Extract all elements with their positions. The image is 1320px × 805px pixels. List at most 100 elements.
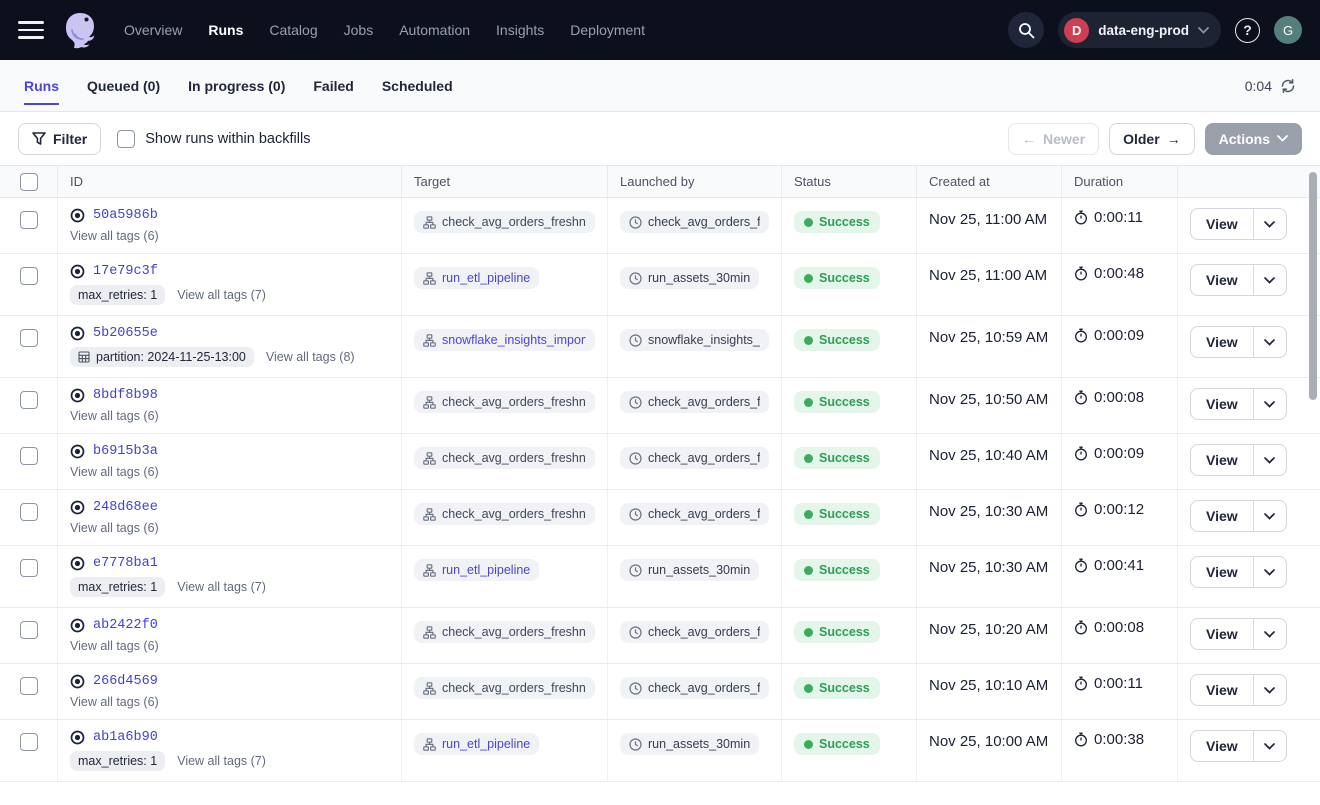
launched-by-link[interactable]: check_avg_orders_f… — [620, 503, 769, 525]
nav-item-overview[interactable]: Overview — [124, 22, 182, 38]
view-all-tags-link[interactable]: View all tags (7) — [177, 754, 266, 768]
row-checkbox[interactable] — [20, 447, 38, 465]
target-link[interactable]: check_avg_orders_freshne — [414, 677, 595, 699]
tab-in-progress[interactable]: In progress (0) — [188, 60, 285, 111]
show-backfills-checkbox[interactable] — [117, 130, 135, 148]
view-button[interactable]: View — [1191, 501, 1253, 531]
help-button[interactable]: ? — [1235, 18, 1260, 43]
target-link[interactable]: run_etl_pipeline — [414, 559, 539, 581]
run-tag[interactable]: max_retries: 1 — [70, 751, 165, 771]
view-dropdown-button[interactable] — [1254, 501, 1286, 531]
launched-by-link[interactable]: check_avg_orders_f… — [620, 677, 769, 699]
row-checkbox[interactable] — [20, 733, 38, 751]
user-avatar[interactable]: G — [1274, 16, 1302, 44]
target-link[interactable]: check_avg_orders_freshne — [414, 391, 595, 413]
target-link[interactable]: run_etl_pipeline — [414, 267, 539, 289]
tab-failed[interactable]: Failed — [313, 60, 353, 111]
row-checkbox[interactable] — [20, 621, 38, 639]
row-checkbox[interactable] — [20, 503, 38, 521]
run-id-link[interactable]: e7778ba1 — [93, 556, 158, 571]
launched-by-link[interactable]: run_assets_30min — [620, 267, 759, 289]
search-button[interactable] — [1008, 12, 1044, 48]
view-button[interactable]: View — [1191, 265, 1253, 295]
view-button[interactable]: View — [1191, 209, 1253, 239]
target-link[interactable]: check_avg_orders_freshne — [414, 447, 595, 469]
view-button[interactable]: View — [1191, 675, 1253, 705]
run-id-link[interactable]: 5b20655e — [93, 326, 158, 341]
view-all-tags-link[interactable]: View all tags (6) — [70, 229, 159, 243]
tab-queued[interactable]: Queued (0) — [87, 60, 160, 111]
view-dropdown-button[interactable] — [1254, 619, 1286, 649]
row-checkbox[interactable] — [20, 391, 38, 409]
view-all-tags-link[interactable]: View all tags (6) — [70, 695, 159, 709]
view-dropdown-button[interactable] — [1254, 209, 1286, 239]
view-all-tags-link[interactable]: View all tags (6) — [70, 409, 159, 423]
launched-by-link[interactable]: run_assets_30min — [620, 559, 759, 581]
view-dropdown-button[interactable] — [1254, 389, 1286, 419]
newer-button[interactable]: ← Newer — [1008, 123, 1099, 155]
view-button[interactable]: View — [1191, 389, 1253, 419]
run-id-link[interactable]: ab2422f0 — [93, 618, 158, 633]
run-id-link[interactable]: ab1a6b90 — [93, 730, 158, 745]
launched-by-link[interactable]: check_avg_orders_f… — [620, 211, 769, 233]
run-id-link[interactable]: 50a5986b — [93, 208, 158, 223]
workspace-switcher[interactable]: D data-eng-prod — [1058, 12, 1221, 48]
dagster-logo-icon[interactable] — [60, 10, 100, 50]
view-button[interactable]: View — [1191, 327, 1253, 357]
nav-item-insights[interactable]: Insights — [496, 22, 544, 38]
target-link[interactable]: run_etl_pipeline — [414, 733, 539, 755]
row-checkbox[interactable] — [20, 329, 38, 347]
target-link[interactable]: snowflake_insights_import — [414, 329, 595, 351]
launched-by-link[interactable]: snowflake_insights_… — [620, 329, 769, 351]
view-button[interactable]: View — [1191, 619, 1253, 649]
row-checkbox[interactable] — [20, 211, 38, 229]
launched-by-link[interactable]: check_avg_orders_f… — [620, 391, 769, 413]
filter-button[interactable]: Filter — [18, 123, 101, 155]
nav-item-runs[interactable]: Runs — [208, 22, 243, 38]
run-tag[interactable]: max_retries: 1 — [70, 577, 165, 597]
run-tag[interactable]: partition: 2024-11-25-13:00 — [70, 347, 254, 367]
target-link[interactable]: check_avg_orders_freshne — [414, 211, 595, 233]
row-checkbox[interactable] — [20, 559, 38, 577]
tab-scheduled[interactable]: Scheduled — [382, 60, 453, 111]
nav-item-automation[interactable]: Automation — [399, 22, 470, 38]
older-button[interactable]: Older → — [1109, 123, 1195, 155]
view-dropdown-button[interactable] — [1254, 557, 1286, 587]
vertical-scrollbar[interactable] — [1309, 172, 1317, 400]
nav-item-deployment[interactable]: Deployment — [570, 22, 645, 38]
view-button[interactable]: View — [1191, 731, 1253, 761]
refresh-icon[interactable] — [1280, 78, 1296, 94]
row-checkbox[interactable] — [20, 677, 38, 695]
launched-by-link[interactable]: check_avg_orders_f… — [620, 621, 769, 643]
run-id-link[interactable]: b6915b3a — [93, 444, 158, 459]
tab-runs[interactable]: Runs — [24, 60, 59, 111]
view-all-tags-link[interactable]: View all tags (7) — [177, 288, 266, 302]
select-all-checkbox[interactable] — [20, 173, 38, 191]
view-all-tags-link[interactable]: View all tags (6) — [70, 465, 159, 479]
target-link[interactable]: check_avg_orders_freshne — [414, 503, 595, 525]
actions-button[interactable]: Actions — [1205, 123, 1302, 155]
launched-by-link[interactable]: check_avg_orders_f… — [620, 447, 769, 469]
view-dropdown-button[interactable] — [1254, 445, 1286, 475]
target-link[interactable]: check_avg_orders_freshne — [414, 621, 595, 643]
view-all-tags-link[interactable]: View all tags (6) — [70, 639, 159, 653]
view-dropdown-button[interactable] — [1254, 731, 1286, 761]
view-button[interactable]: View — [1191, 445, 1253, 475]
view-button[interactable]: View — [1191, 557, 1253, 587]
view-dropdown-button[interactable] — [1254, 265, 1286, 295]
nav-item-catalog[interactable]: Catalog — [269, 22, 317, 38]
run-id-link[interactable]: 8bdf8b98 — [93, 388, 158, 403]
run-id-link[interactable]: 266d4569 — [93, 674, 158, 689]
view-dropdown-button[interactable] — [1254, 675, 1286, 705]
run-id-link[interactable]: 248d68ee — [93, 500, 158, 515]
run-tag[interactable]: max_retries: 1 — [70, 285, 165, 305]
view-all-tags-link[interactable]: View all tags (6) — [70, 521, 159, 535]
nav-item-jobs[interactable]: Jobs — [344, 22, 374, 38]
view-all-tags-link[interactable]: View all tags (8) — [266, 350, 355, 364]
row-checkbox[interactable] — [20, 267, 38, 285]
menu-icon[interactable] — [18, 21, 44, 39]
run-id-link[interactable]: 17e79c3f — [93, 264, 158, 279]
view-all-tags-link[interactable]: View all tags (7) — [177, 580, 266, 594]
view-dropdown-button[interactable] — [1254, 327, 1286, 357]
launched-by-link[interactable]: run_assets_30min — [620, 733, 759, 755]
